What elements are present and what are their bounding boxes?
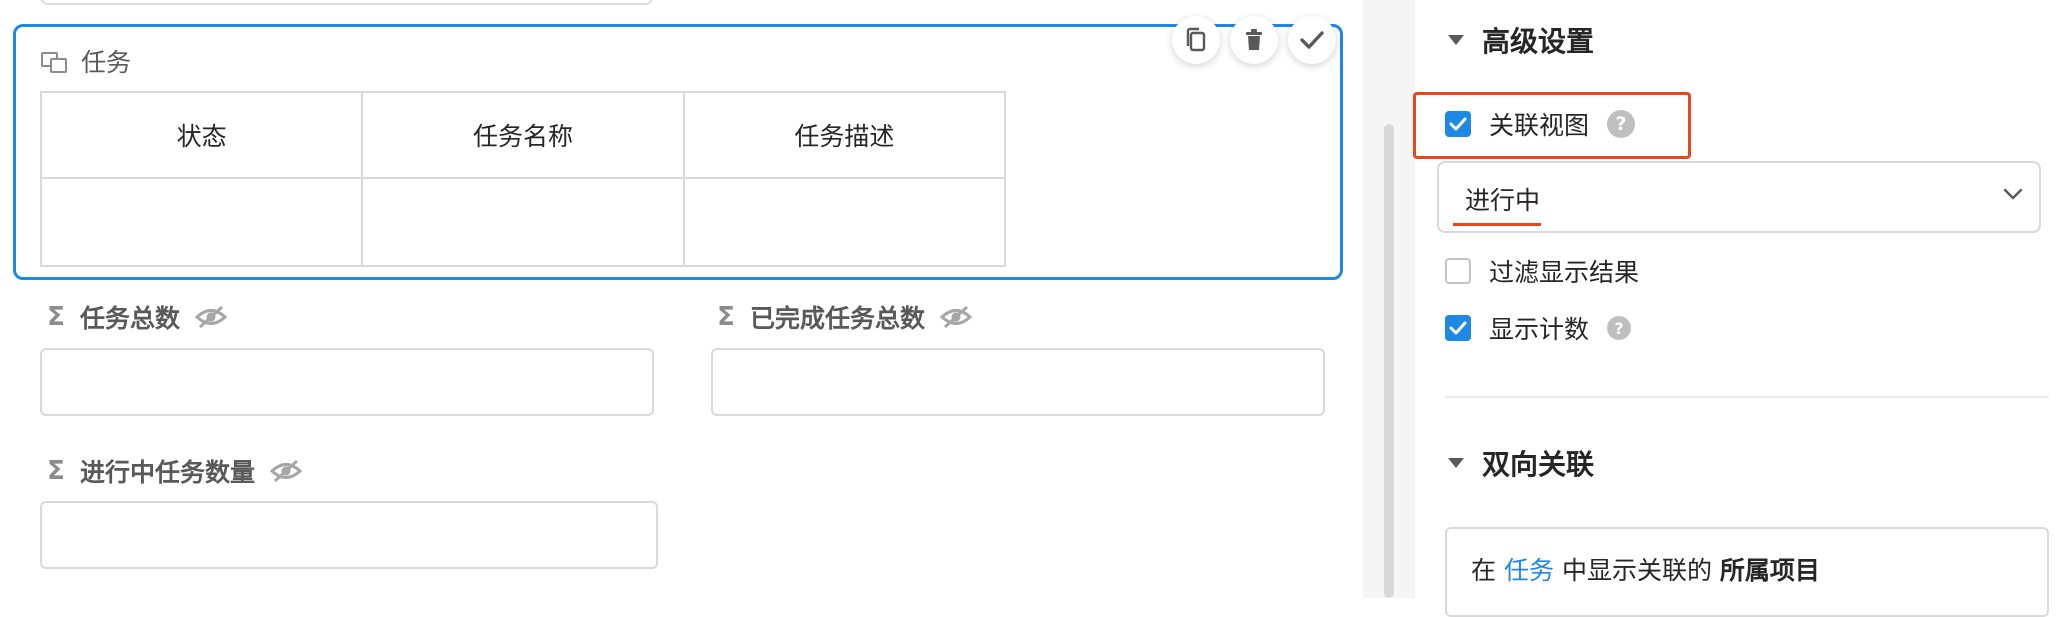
annotation-underline bbox=[1453, 223, 1541, 226]
help-icon[interactable]: ? bbox=[1607, 316, 1632, 340]
section-title: 高级设置 bbox=[1482, 25, 1595, 58]
sigma-icon: Σ bbox=[47, 456, 65, 486]
sentence-middle: 中显示关联的 bbox=[1561, 556, 1712, 585]
column-header: 任务名称 bbox=[361, 91, 685, 179]
completed-tasks-input[interactable] bbox=[711, 348, 1325, 416]
field-label-text: 进行中任务数量 bbox=[80, 458, 256, 487]
check-icon bbox=[1449, 117, 1467, 131]
confirm-button[interactable] bbox=[1288, 16, 1336, 64]
show-count-checkbox[interactable] bbox=[1445, 315, 1471, 341]
filter-results-label: 过滤显示结果 bbox=[1489, 258, 1640, 287]
task-field-header: 任务 bbox=[41, 45, 131, 77]
view-select-value: 进行中 bbox=[1465, 186, 1541, 215]
field-label-text: 任务总数 bbox=[80, 304, 181, 333]
chevron-down-icon bbox=[2003, 188, 2023, 200]
table-cell bbox=[361, 177, 685, 267]
show-count-option[interactable]: 显示计数 ? bbox=[1445, 311, 1632, 345]
table-cell bbox=[39, 177, 364, 267]
in-progress-tasks-input[interactable] bbox=[40, 501, 658, 569]
bidirectional-sentence: 在 任务 中显示关联的 所属项目 bbox=[1471, 551, 1820, 587]
delete-button[interactable] bbox=[1230, 16, 1278, 64]
check-icon bbox=[1300, 31, 1324, 49]
advanced-settings-header[interactable]: 高级设置 bbox=[1448, 20, 1594, 60]
sigma-icon: Σ bbox=[717, 302, 735, 332]
show-count-label: 显示计数 bbox=[1489, 315, 1590, 344]
field-label-in-progress-tasks: Σ 进行中任务数量 bbox=[46, 454, 303, 488]
section-title: 双向关联 bbox=[1482, 448, 1595, 481]
eye-off-icon bbox=[939, 305, 973, 329]
previous-field-input[interactable] bbox=[40, 0, 653, 5]
eye-off-icon bbox=[194, 305, 228, 329]
triangle-down-icon bbox=[1448, 35, 1464, 45]
filter-results-option[interactable]: 过滤显示结果 bbox=[1445, 254, 1639, 288]
copy-button[interactable] bbox=[1172, 16, 1220, 64]
copy-icon bbox=[1186, 27, 1206, 52]
field-label-completed-tasks: Σ 已完成任务总数 bbox=[716, 300, 973, 334]
table-header-row: 状态 任务名称 任务描述 bbox=[39, 91, 1007, 179]
total-tasks-input[interactable] bbox=[40, 348, 654, 416]
related-view-label: 关联视图 bbox=[1489, 111, 1590, 140]
table-cell bbox=[682, 177, 1007, 267]
link-icon bbox=[41, 50, 67, 73]
sentence-prefix: 在 bbox=[1471, 556, 1497, 585]
column-header: 任务描述 bbox=[682, 91, 1007, 179]
task-link[interactable]: 任务 bbox=[1504, 556, 1554, 585]
bidirectional-header[interactable]: 双向关联 bbox=[1448, 443, 1594, 483]
section-divider bbox=[1445, 396, 2049, 398]
task-field-label: 任务 bbox=[81, 48, 132, 77]
bidirectional-info-box: 在 任务 中显示关联的 所属项目 bbox=[1445, 527, 2049, 617]
related-view-checkbox[interactable] bbox=[1445, 111, 1471, 137]
card-action-buttons bbox=[1172, 16, 1336, 64]
task-subtable: 状态 任务名称 任务描述 bbox=[39, 91, 1007, 267]
table-row bbox=[39, 177, 1007, 267]
field-label-total-tasks: Σ 任务总数 bbox=[46, 300, 228, 334]
view-select[interactable]: 进行中 bbox=[1437, 161, 2041, 233]
scrollbar-thumb[interactable] bbox=[1384, 124, 1394, 598]
column-header: 状态 bbox=[39, 91, 364, 179]
sigma-icon: Σ bbox=[47, 302, 65, 332]
eye-off-icon bbox=[269, 459, 303, 483]
filter-results-checkbox[interactable] bbox=[1445, 258, 1471, 284]
related-view-option[interactable]: 关联视图 ? bbox=[1445, 107, 1636, 141]
check-icon bbox=[1449, 321, 1467, 335]
help-icon[interactable]: ? bbox=[1607, 110, 1636, 138]
target-field-name: 所属项目 bbox=[1719, 556, 1820, 585]
field-label-text: 已完成任务总数 bbox=[750, 304, 926, 333]
trash-icon bbox=[1246, 29, 1262, 50]
triangle-down-icon bbox=[1448, 458, 1464, 468]
